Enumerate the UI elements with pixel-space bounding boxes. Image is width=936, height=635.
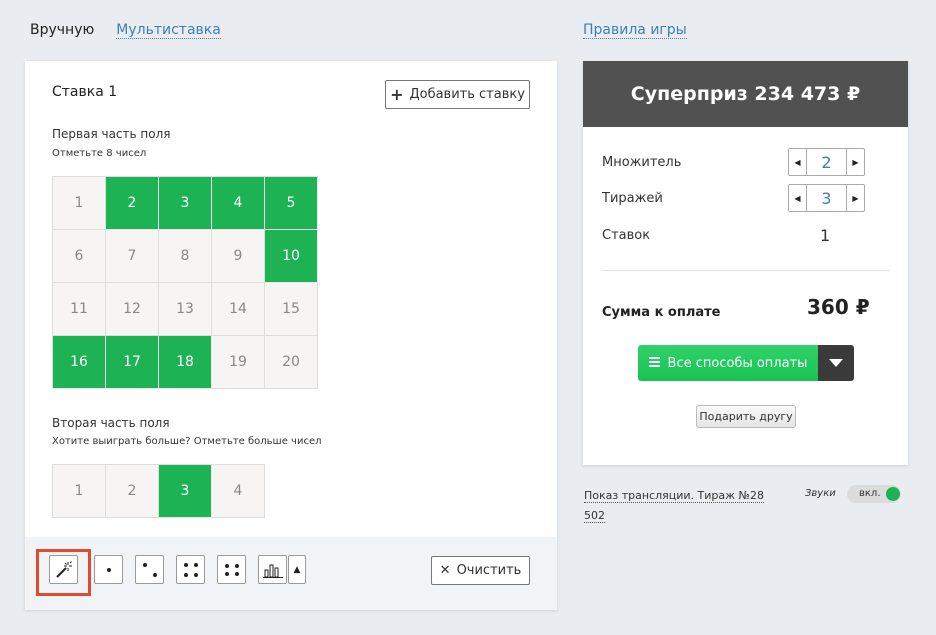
total-value: 360 ₽ — [807, 295, 870, 319]
number-cell[interactable]: 5 — [265, 177, 318, 230]
superprize-header: Суперприз 234 473 ₽ — [583, 61, 908, 127]
bet-title: Ставка 1 — [52, 84, 118, 100]
bet-toolbar: ▲ ✕ Очистить — [25, 537, 557, 610]
part1-title: Первая часть поля — [52, 127, 171, 141]
pay-button[interactable]: Все способы оплаты — [638, 345, 854, 381]
number-cell[interactable]: 3 — [159, 177, 212, 230]
number-cell[interactable]: 16 — [53, 336, 106, 389]
number-cell[interactable]: 10 — [265, 230, 318, 283]
number-cell[interactable]: 20 — [265, 336, 318, 389]
multiplier-value: 2 — [821, 152, 832, 172]
tab-multibet[interactable]: Мультиставка — [116, 22, 221, 39]
dice-four-alt-icon[interactable] — [217, 555, 246, 584]
number-cell[interactable]: 12 — [106, 283, 159, 336]
number-cell[interactable]: 13 — [159, 283, 212, 336]
number-grid-part1: 1 2 3 4 5 6 7 8 9 10 11 12 13 14 15 16 17 18 19 20 — [52, 176, 318, 389]
dice-one-icon[interactable] — [94, 555, 123, 584]
bet-panel: Ставка 1 + Добавить ставку Первая часть … — [25, 61, 557, 610]
list-icon — [648, 356, 660, 371]
bets-label: Ставок — [602, 228, 651, 243]
draws-label: Тиражей — [602, 191, 663, 206]
part1-hint: Отметьте 8 чисел — [52, 148, 147, 159]
draws-value: 3 — [821, 188, 832, 208]
number-cell[interactable]: 3 — [159, 465, 212, 518]
number-cell[interactable]: 15 — [265, 283, 318, 336]
number-cell[interactable]: 2 — [106, 465, 159, 518]
bar-chart-icon[interactable] — [258, 555, 287, 584]
number-cell[interactable]: 11 — [53, 283, 106, 336]
clear-label: Очистить — [456, 563, 522, 578]
number-cell[interactable]: 14 — [212, 283, 265, 336]
clear-button[interactable]: ✕ Очистить — [431, 556, 530, 585]
divider — [602, 270, 890, 271]
close-icon: ✕ — [439, 563, 451, 578]
number-cell[interactable]: 4 — [212, 177, 265, 230]
chevron-up-icon[interactable]: ▲ — [288, 555, 306, 584]
toggle-label: вкл. — [859, 488, 881, 499]
number-cell[interactable]: 1 — [53, 465, 106, 518]
number-cell[interactable]: 7 — [106, 230, 159, 283]
toggle-knob — [886, 487, 900, 501]
chevron-down-icon — [829, 359, 843, 367]
number-cell[interactable]: 1 — [53, 177, 106, 230]
dice-four-icon[interactable] — [176, 555, 205, 584]
number-cell[interactable]: 9 — [212, 230, 265, 283]
multiplier-label: Множитель — [602, 155, 682, 170]
plus-icon: + — [390, 84, 404, 104]
number-cell[interactable]: 19 — [212, 336, 265, 389]
gift-button[interactable]: Подарить другу — [696, 405, 796, 428]
number-cell[interactable]: 17 — [106, 336, 159, 389]
pay-dropdown[interactable] — [818, 345, 854, 381]
number-cell[interactable]: 2 — [106, 177, 159, 230]
caret-right-icon[interactable]: ▶ — [846, 149, 864, 175]
draws-stepper[interactable]: ◀ 3 ▶ — [788, 184, 865, 212]
summary-panel: Суперприз 234 473 ₽ Множитель ◀ 2 ▶ Тира… — [583, 61, 908, 465]
caret-right-icon[interactable]: ▶ — [846, 185, 864, 211]
part2-title: Вторая часть поля — [52, 416, 170, 430]
magic-wand-icon[interactable] — [49, 555, 78, 584]
number-grid-part2: 1234 — [52, 464, 265, 518]
bets-value: 1 — [820, 226, 831, 245]
add-bet-label: Добавить ставку — [409, 87, 525, 102]
rules-link[interactable]: Правила игры — [583, 22, 687, 39]
number-cell[interactable]: 4 — [212, 465, 265, 518]
pay-label: Все способы оплаты — [667, 355, 808, 371]
number-cell[interactable]: 6 — [53, 230, 106, 283]
pay-main[interactable]: Все способы оплаты — [638, 345, 818, 381]
total-label: Сумма к оплате — [602, 305, 721, 320]
tab-manual[interactable]: Вручную — [30, 22, 94, 39]
part2-hint: Хотите выиграть больше? Отметьте больше … — [52, 436, 322, 447]
sounds-toggle[interactable]: вкл. — [847, 485, 901, 503]
multiplier-stepper[interactable]: ◀ 2 ▶ — [788, 148, 865, 176]
dice-two-icon[interactable] — [135, 555, 164, 584]
add-bet-button[interactable]: + Добавить ставку — [385, 80, 530, 109]
stream-link[interactable]: Показ трансляции. Тираж №28 502 — [584, 486, 774, 526]
caret-left-icon[interactable]: ◀ — [789, 149, 807, 175]
mode-tabs: Вручную Мультиставка — [30, 22, 221, 39]
number-cell[interactable]: 8 — [159, 230, 212, 283]
caret-left-icon[interactable]: ◀ — [789, 185, 807, 211]
number-cell[interactable]: 18 — [159, 336, 212, 389]
sounds-label: Звуки — [805, 488, 836, 499]
